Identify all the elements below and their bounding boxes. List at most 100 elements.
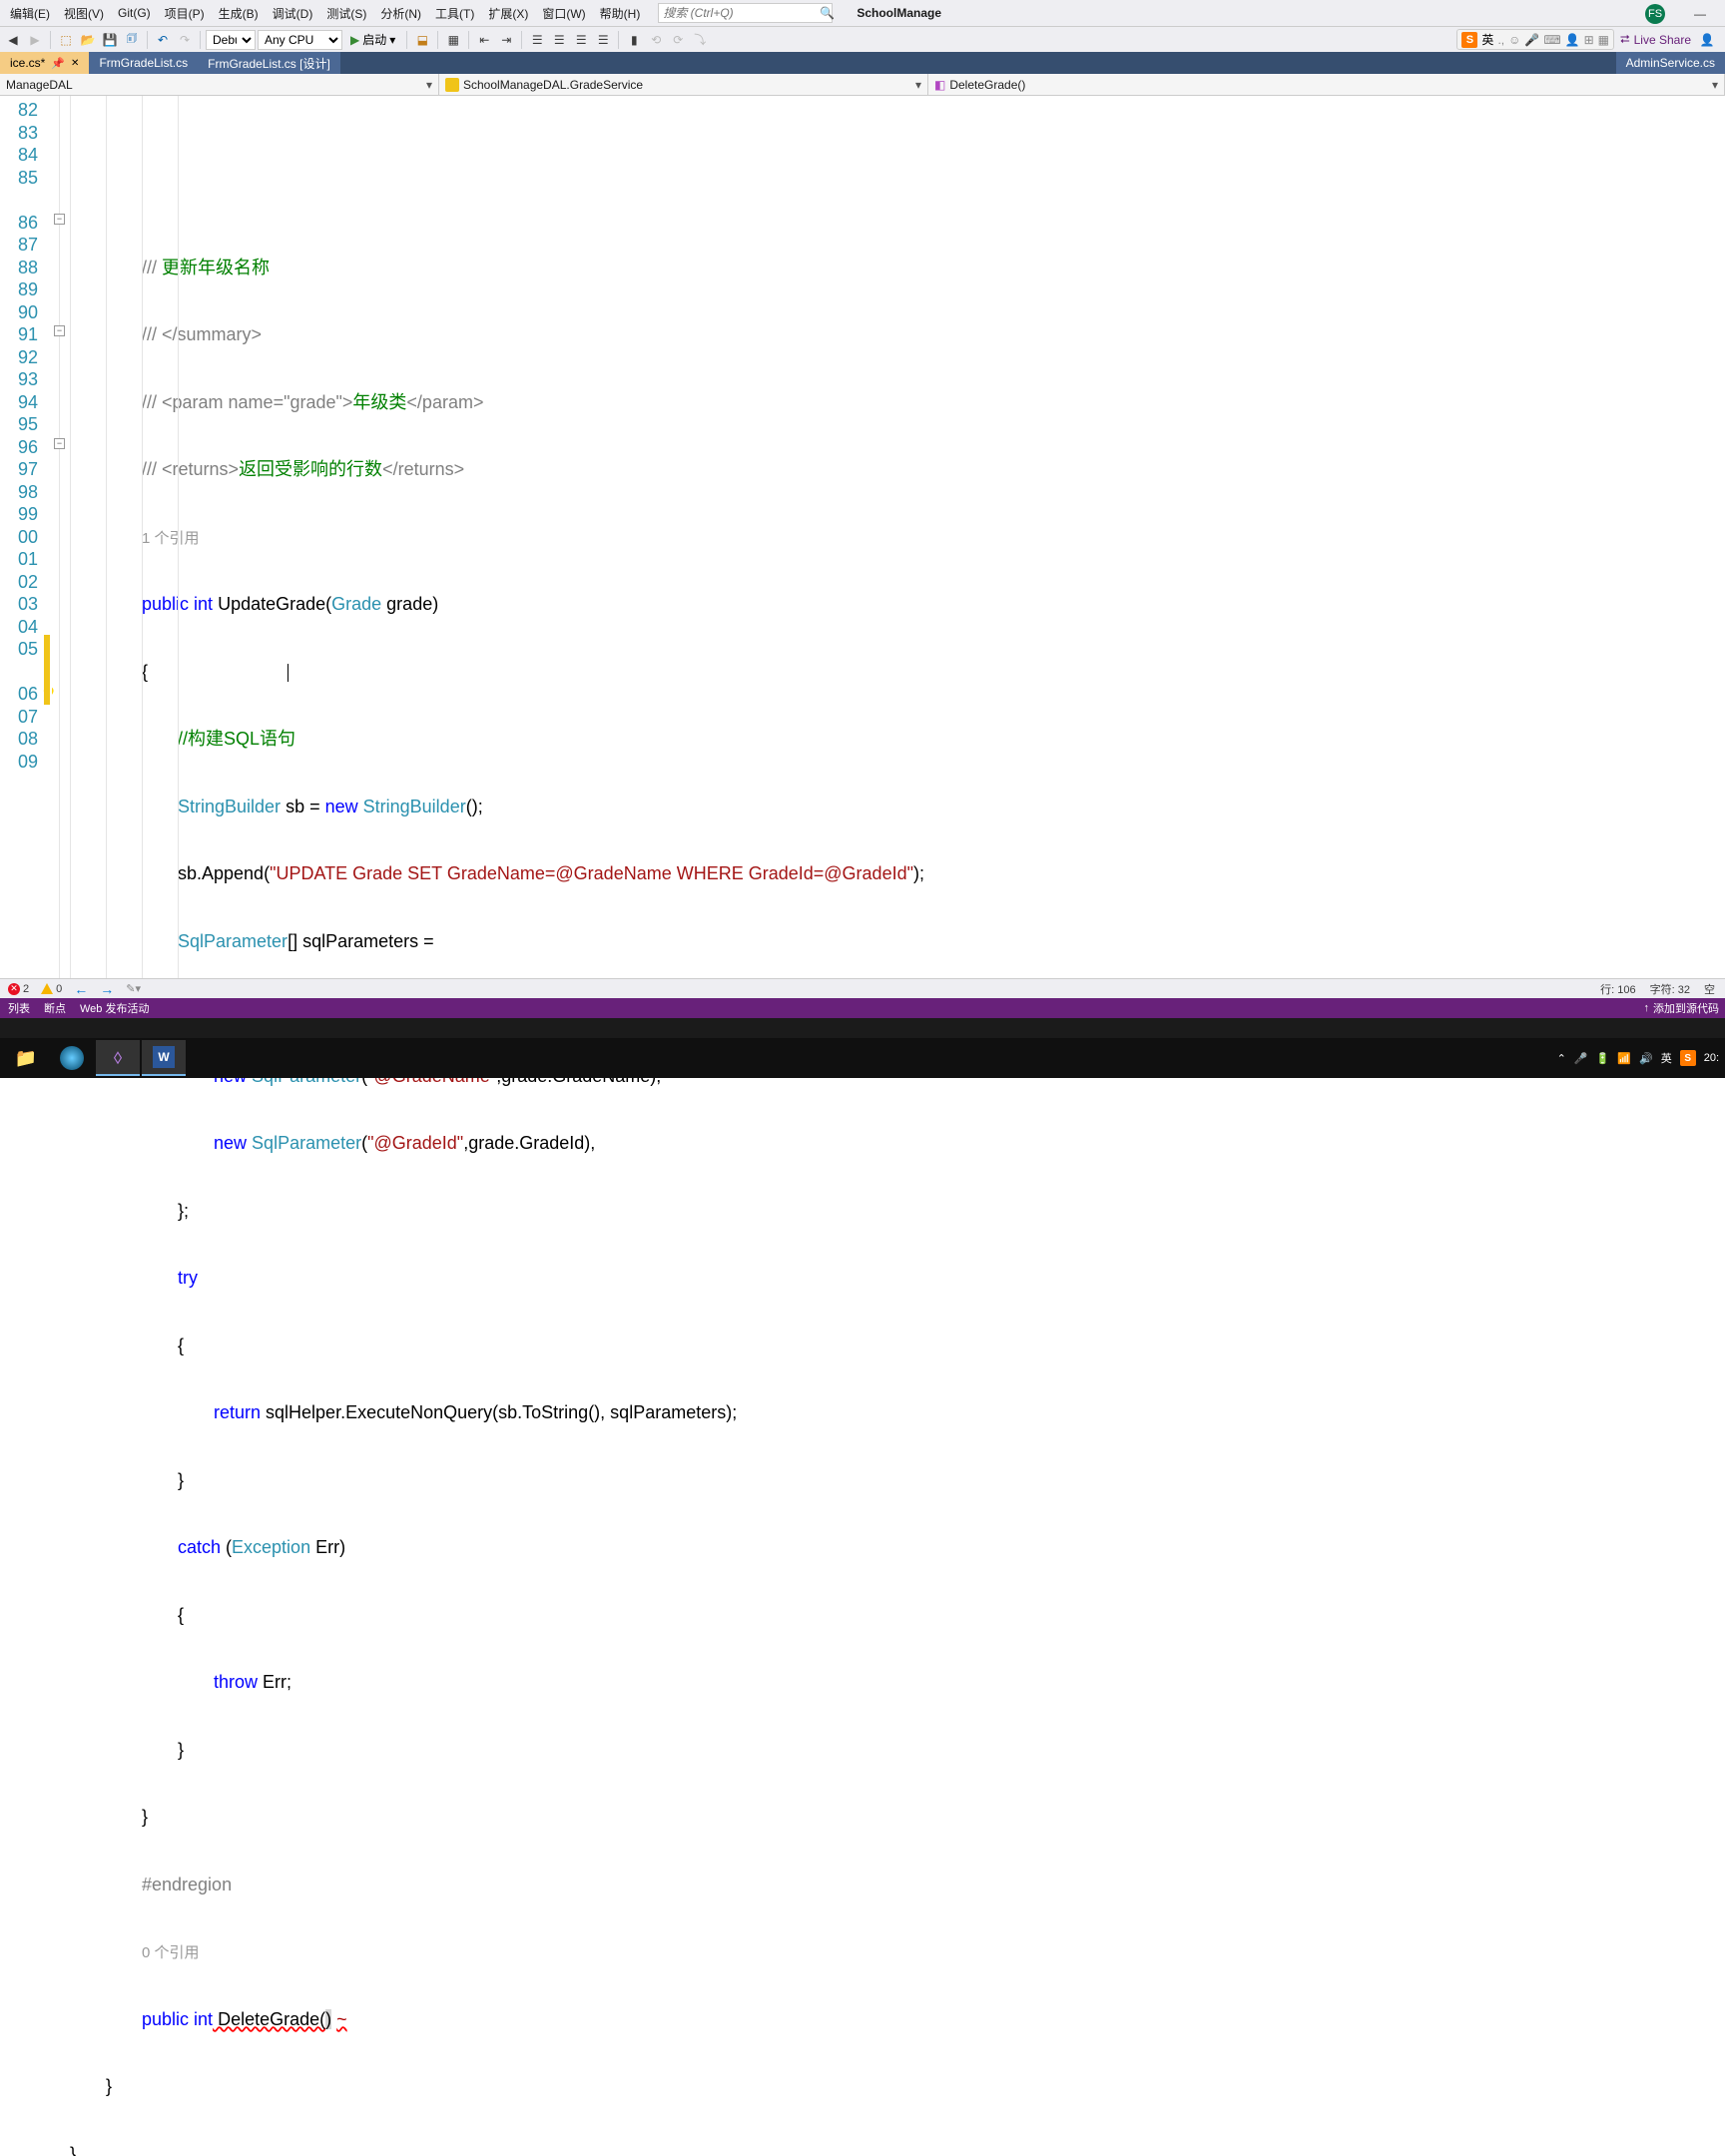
menu-bar: 编辑(E) 视图(V) Git(G) 项目(P) 生成(B) 调试(D) 测试(… [0,0,1725,26]
search-input[interactable] [663,6,820,20]
feedback-button[interactable]: 👤 [1697,30,1717,50]
minimize-button[interactable]: — [1685,4,1715,24]
close-icon[interactable]: ✕ [71,58,79,69]
line-indicator: 行: 106 [1600,981,1635,997]
code-area[interactable]: /// 更新年级名称 /// </summary> /// <param nam… [70,96,1725,978]
tray-sogou-icon[interactable]: S [1680,1050,1696,1066]
tab-2[interactable]: FrmGradeList.cs [89,52,198,74]
visual-studio-icon[interactable]: ⬨ [96,1040,140,1076]
menu-test[interactable]: 测试(S) [320,3,372,24]
ime-badge[interactable]: S 英 ., ☺ 🎤 ⌨ 👤 ⊞ ▦ [1456,29,1614,50]
up-arrow-icon[interactable]: ↑ [1644,1002,1650,1014]
indent-left-button[interactable]: ⇤ [474,30,494,50]
tab-active[interactable]: ice.cs* 📌 ✕ [0,52,89,74]
fold-toggle[interactable]: − [54,214,65,225]
search-box[interactable]: 🔍 [658,3,833,23]
windows-taskbar: 📁 ⬨ W ⌃ 🎤 🔋 📶 🔊 英 S 20: [0,1038,1725,1078]
save-all-button[interactable]: 🗊 [122,30,142,50]
tb-icon-8[interactable]: ⟳ [668,30,688,50]
indent-right-button[interactable]: ⇥ [496,30,516,50]
class-icon [445,78,459,92]
menu-git[interactable]: Git(G) [112,4,157,22]
tab-web-publish[interactable]: Web 发布活动 [80,1000,149,1016]
tb-icon-6[interactable]: ☰ [593,30,613,50]
tray-battery-icon[interactable]: 🔋 [1596,1052,1610,1065]
fold-toggle[interactable]: − [54,438,65,449]
uncomment-button[interactable]: ☰ [549,30,569,50]
tray-ime[interactable]: 英 [1661,1050,1672,1066]
start-debug-button[interactable]: ▶ 启动 ▾ [344,30,401,50]
code-editor[interactable]: 82838485 8687888990919293949596979899000… [0,96,1725,978]
menu-project[interactable]: 项目(P) [159,3,211,24]
codelens-refs[interactable]: 1 个引用 [142,530,200,547]
tb-icon-7[interactable]: ⟲ [646,30,666,50]
member-combo[interactable]: ◧ DeleteGrade() ▾ [928,74,1725,96]
char-indicator: 字符: 32 [1650,981,1690,997]
forward-button[interactable]: ▶ [25,30,45,50]
prev-error-button[interactable]: ← [74,981,88,997]
tab-label: ice.cs* [10,56,45,70]
next-error-button[interactable]: → [100,981,114,997]
tray-chevron-icon[interactable]: ⌃ [1557,1052,1566,1065]
add-source-label[interactable]: 添加到源代码 [1653,1000,1719,1016]
platform-select[interactable]: Any CPU [258,30,342,50]
tab-error-list[interactable]: 列表 [8,1000,30,1016]
tb-icon-1[interactable]: ⬓ [412,30,432,50]
tab-right[interactable]: AdminService.cs [1616,52,1725,74]
new-project-button[interactable]: ⬚ [56,30,76,50]
chevron-down-icon: ▾ [1712,78,1718,92]
bookmark-button[interactable]: ▮ [624,30,644,50]
back-button[interactable]: ◀ [3,30,23,50]
menu-edit[interactable]: 编辑(E) [4,3,56,24]
tray-volume-icon[interactable]: 🔊 [1639,1052,1653,1065]
member-label: DeleteGrade() [949,78,1025,92]
live-share-button[interactable]: ⮂ Live Share [1620,32,1691,47]
pen-icon[interactable]: ✎▾ [126,982,141,995]
open-button[interactable]: 📂 [78,30,98,50]
redo-button[interactable]: ↷ [175,30,195,50]
pin-icon[interactable]: 📌 [51,57,65,70]
file-explorer-icon[interactable]: 📁 [4,1040,48,1076]
class-combo[interactable]: SchoolManageDAL.GradeService ▾ [439,74,928,96]
menu-build[interactable]: 生成(B) [213,3,265,24]
tab-3[interactable]: FrmGradeList.cs [设计] [198,52,340,74]
namespace-label: ManageDAL [6,78,73,92]
tray-mic-icon[interactable]: 🎤 [1574,1052,1588,1065]
save-button[interactable]: 💾 [100,30,120,50]
tb-icon-2[interactable]: ▦ [443,30,463,50]
menu-help[interactable]: 帮助(H) [594,3,647,24]
menu-window[interactable]: 窗口(W) [536,3,591,24]
tray-wifi-icon[interactable]: 📶 [1617,1052,1631,1065]
bottom-status-bar: 列表 断点 Web 发布活动 ↑ 添加到源代码 [0,998,1725,1018]
undo-button[interactable]: ↶ [153,30,173,50]
menu-tools[interactable]: 工具(T) [429,3,480,24]
tb-icon-9[interactable]: ⤵ [690,30,710,50]
warnings-count[interactable]: 0 [41,983,62,995]
codelens-refs[interactable]: 0 个引用 [142,1944,200,1961]
word-icon[interactable]: W [142,1040,186,1076]
config-select[interactable]: Debug [206,30,256,50]
live-share-label: Live Share [1634,33,1691,47]
code-nav-bar: ManageDAL ▾ SchoolManageDAL.GradeService… [0,74,1725,96]
namespace-combo[interactable]: ManageDAL ▾ [0,74,439,96]
menu-extensions[interactable]: 扩展(X) [482,3,534,24]
tb-icon-5[interactable]: ☰ [571,30,591,50]
chevron-down-icon: ▾ [389,33,395,47]
tab-label: AdminService.cs [1626,56,1715,70]
tray-time[interactable]: 20: [1704,1052,1719,1064]
toolbar: ◀ ▶ ⬚ 📂 💾 🗊 ↶ ↷ Debug Any CPU ▶ 启动 ▾ ⬓ ▦… [0,26,1725,52]
tab-label: FrmGradeList.cs [99,56,188,70]
menu-view[interactable]: 视图(V) [58,3,110,24]
menu-analyze[interactable]: 分析(N) [374,3,427,24]
ime-lang: 英 [1481,31,1493,48]
tab-breakpoints[interactable]: 断点 [44,1000,66,1016]
user-avatar[interactable]: FS [1645,4,1665,24]
comment-button[interactable]: ☰ [527,30,547,50]
errors-count[interactable]: ✕2 [8,983,29,995]
play-icon: ▶ [350,33,359,47]
menu-debug[interactable]: 调试(D) [267,3,319,24]
fold-toggle[interactable]: − [54,325,65,336]
app-icon-1[interactable] [50,1040,94,1076]
search-icon: 🔍 [820,6,835,20]
solution-name: SchoolManage [857,6,941,20]
